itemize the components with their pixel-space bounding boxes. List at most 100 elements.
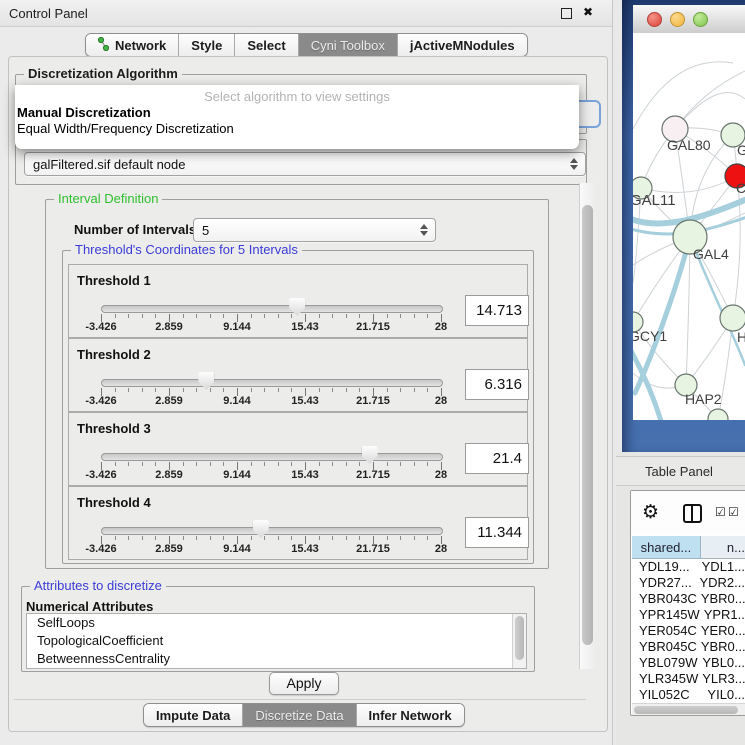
tab-select[interactable]: Select [235, 34, 298, 56]
tab-cyni-toolbox[interactable]: Cyni Toolbox [299, 34, 398, 56]
tick-mark [223, 388, 224, 392]
table-row[interactable]: YDR27...YDR2... [632, 575, 745, 591]
tick-mark [346, 462, 347, 466]
table-row[interactable]: YDL19...YDL1... [632, 559, 745, 575]
desktop-background: Control Panel ✖ NetworkStyleSelectCyni T… [0, 0, 745, 745]
tick-mark [427, 462, 428, 466]
tick-mark [183, 536, 184, 540]
gear-icon[interactable]: ⚙ [642, 501, 659, 524]
tab-label: Cyni Toolbox [311, 38, 385, 53]
table-row[interactable]: YLR345WYLR3... [632, 671, 745, 687]
slider-track-threshold-4[interactable] [101, 527, 443, 535]
column-header-name[interactable]: n... [701, 536, 745, 558]
column-header-shared-name[interactable]: shared... [632, 536, 701, 558]
cell-name: YLR3... [698, 671, 745, 687]
tick-mark [427, 388, 428, 392]
table-row[interactable]: YBR043CYBR0... [632, 591, 745, 607]
tick-mark [346, 536, 347, 540]
cell-shared-name: YIL052C [632, 687, 703, 702]
threshold-value-field-3[interactable]: 21.4 [465, 443, 529, 474]
cell-name: YBR0... [697, 639, 745, 655]
close-traffic-light[interactable] [647, 12, 662, 27]
tab-label: Style [191, 38, 222, 53]
checkbox-icon[interactable]: ☑ [715, 505, 726, 519]
network-edge [733, 176, 740, 318]
list-item-topologicalcoefficient[interactable]: TopologicalCoefficient [27, 632, 526, 650]
table-row[interactable]: YPR145WYPR1... [632, 607, 745, 623]
intervals-stepper-icon[interactable] [420, 224, 428, 236]
cyni-mode-tab-bar: Impute DataDiscretize DataInfer Network [143, 703, 465, 727]
close-icon[interactable]: ✖ [583, 5, 593, 19]
attributes-group-title: Attributes to discretize [30, 579, 166, 593]
cell-name: YIL0... [703, 687, 745, 702]
tick-mark [319, 536, 320, 540]
attributes-scrollbar[interactable] [512, 614, 526, 668]
tick-mark [210, 388, 211, 392]
split-view-icon[interactable] [683, 504, 702, 523]
slider-track-threshold-1[interactable] [101, 305, 443, 313]
mode-tab-impute-data[interactable]: Impute Data [144, 704, 243, 726]
network-node-H-node[interactable] [720, 305, 745, 331]
tick-mark [332, 314, 333, 318]
cell-shared-name: YLR345W [632, 671, 698, 687]
tab-label: Network [115, 38, 166, 53]
node-table[interactable]: shared... n... YDL19...YDL1...YDR27...YD… [632, 536, 745, 702]
panel-scrollbar[interactable] [579, 183, 596, 669]
number-of-intervals-combo[interactable]: 5 [193, 218, 436, 242]
network-node-bottom-node[interactable] [708, 409, 728, 420]
panel-scrollbar-thumb[interactable] [582, 205, 593, 645]
node-label-HAP2: HAP2 [685, 391, 722, 407]
mode-tab-segments: Impute DataDiscretize DataInfer Network [143, 703, 465, 727]
cell-shared-name: YDR27... [632, 575, 695, 591]
tick-mark [142, 388, 143, 392]
table-toolbar: ⚙ ☑ ☑ [631, 491, 745, 535]
table-row[interactable]: YBL079WYBL0... [632, 655, 745, 671]
tab-label: jActiveMNodules [410, 38, 515, 53]
tick-mark [196, 314, 197, 318]
apply-button[interactable]: Apply [269, 672, 339, 695]
threshold-value-field-1[interactable]: 14.713 [465, 295, 529, 326]
threshold-value-field-4[interactable]: 11.344 [465, 517, 529, 548]
checkbox-icon[interactable]: ☑ [728, 505, 739, 519]
list-item-betweennesscentrality[interactable]: BetweennessCentrality [27, 650, 526, 668]
mode-tab-discretize-data[interactable]: Discretize Data [243, 704, 356, 726]
table-row[interactable]: YIL052CYIL0... [632, 687, 745, 702]
popup-placeholder: Select algorithm to view settings [15, 89, 579, 104]
scale-label: 15.43 [291, 469, 319, 481]
tick-mark [346, 388, 347, 392]
table-row[interactable]: YER054CYER0... [632, 623, 745, 639]
mode-tab-infer-network[interactable]: Infer Network [357, 704, 464, 726]
tab-network[interactable]: Network [86, 34, 179, 56]
table-row[interactable]: YBR045CYBR0... [632, 639, 745, 655]
numerical-attributes-list[interactable]: SelfLoopsTopologicalCoefficientBetweenne… [26, 613, 527, 669]
table-horizontal-scrollbar[interactable] [632, 703, 745, 715]
tick-mark [400, 314, 401, 318]
popup-option-equal-width-frequency[interactable]: Equal Width/Frequency Discretization [17, 121, 234, 136]
zoom-traffic-light[interactable] [693, 12, 708, 27]
threshold-label: Threshold 4 [77, 495, 151, 510]
cell-name: YDL1... [698, 559, 745, 575]
minimize-traffic-light[interactable] [670, 12, 685, 27]
list-item-selfloops[interactable]: SelfLoops [27, 614, 526, 632]
slider-track-threshold-2[interactable] [101, 379, 443, 387]
tab-style[interactable]: Style [179, 34, 235, 56]
node-label-GAL4: GAL4 [693, 246, 729, 262]
network-window-titlebar[interactable] [633, 5, 745, 34]
cyni-toolbox-panel: Discretization Algorithm Select algorith… [8, 56, 608, 732]
scale-label: 28 [435, 395, 447, 407]
cell-name: YPR1... [700, 607, 745, 623]
tab-jactivemnodules[interactable]: jActiveMNodules [398, 34, 527, 56]
slider-track-threshold-3[interactable] [101, 453, 443, 461]
threshold-value-field-2[interactable]: 6.316 [465, 369, 529, 400]
tick-mark [223, 536, 224, 540]
attributes-scrollbar-thumb[interactable] [515, 616, 524, 660]
scale-label: 9.144 [223, 395, 251, 407]
network-graph[interactable]: GAL80GACGAL11GAL4GCY1HHAP2 [633, 33, 745, 420]
network-canvas[interactable]: GAL80GACGAL11GAL4GCY1HHAP2 [633, 33, 745, 420]
tick-mark [359, 388, 360, 392]
combo-stepper-icon[interactable] [570, 158, 578, 170]
table-data-combo[interactable]: galFiltered.sif default node [24, 152, 586, 176]
float-window-icon[interactable] [561, 8, 572, 19]
popup-option-manual-discretization[interactable]: Manual Discretization [17, 105, 151, 120]
table-hscrollbar-thumb[interactable] [634, 706, 738, 714]
